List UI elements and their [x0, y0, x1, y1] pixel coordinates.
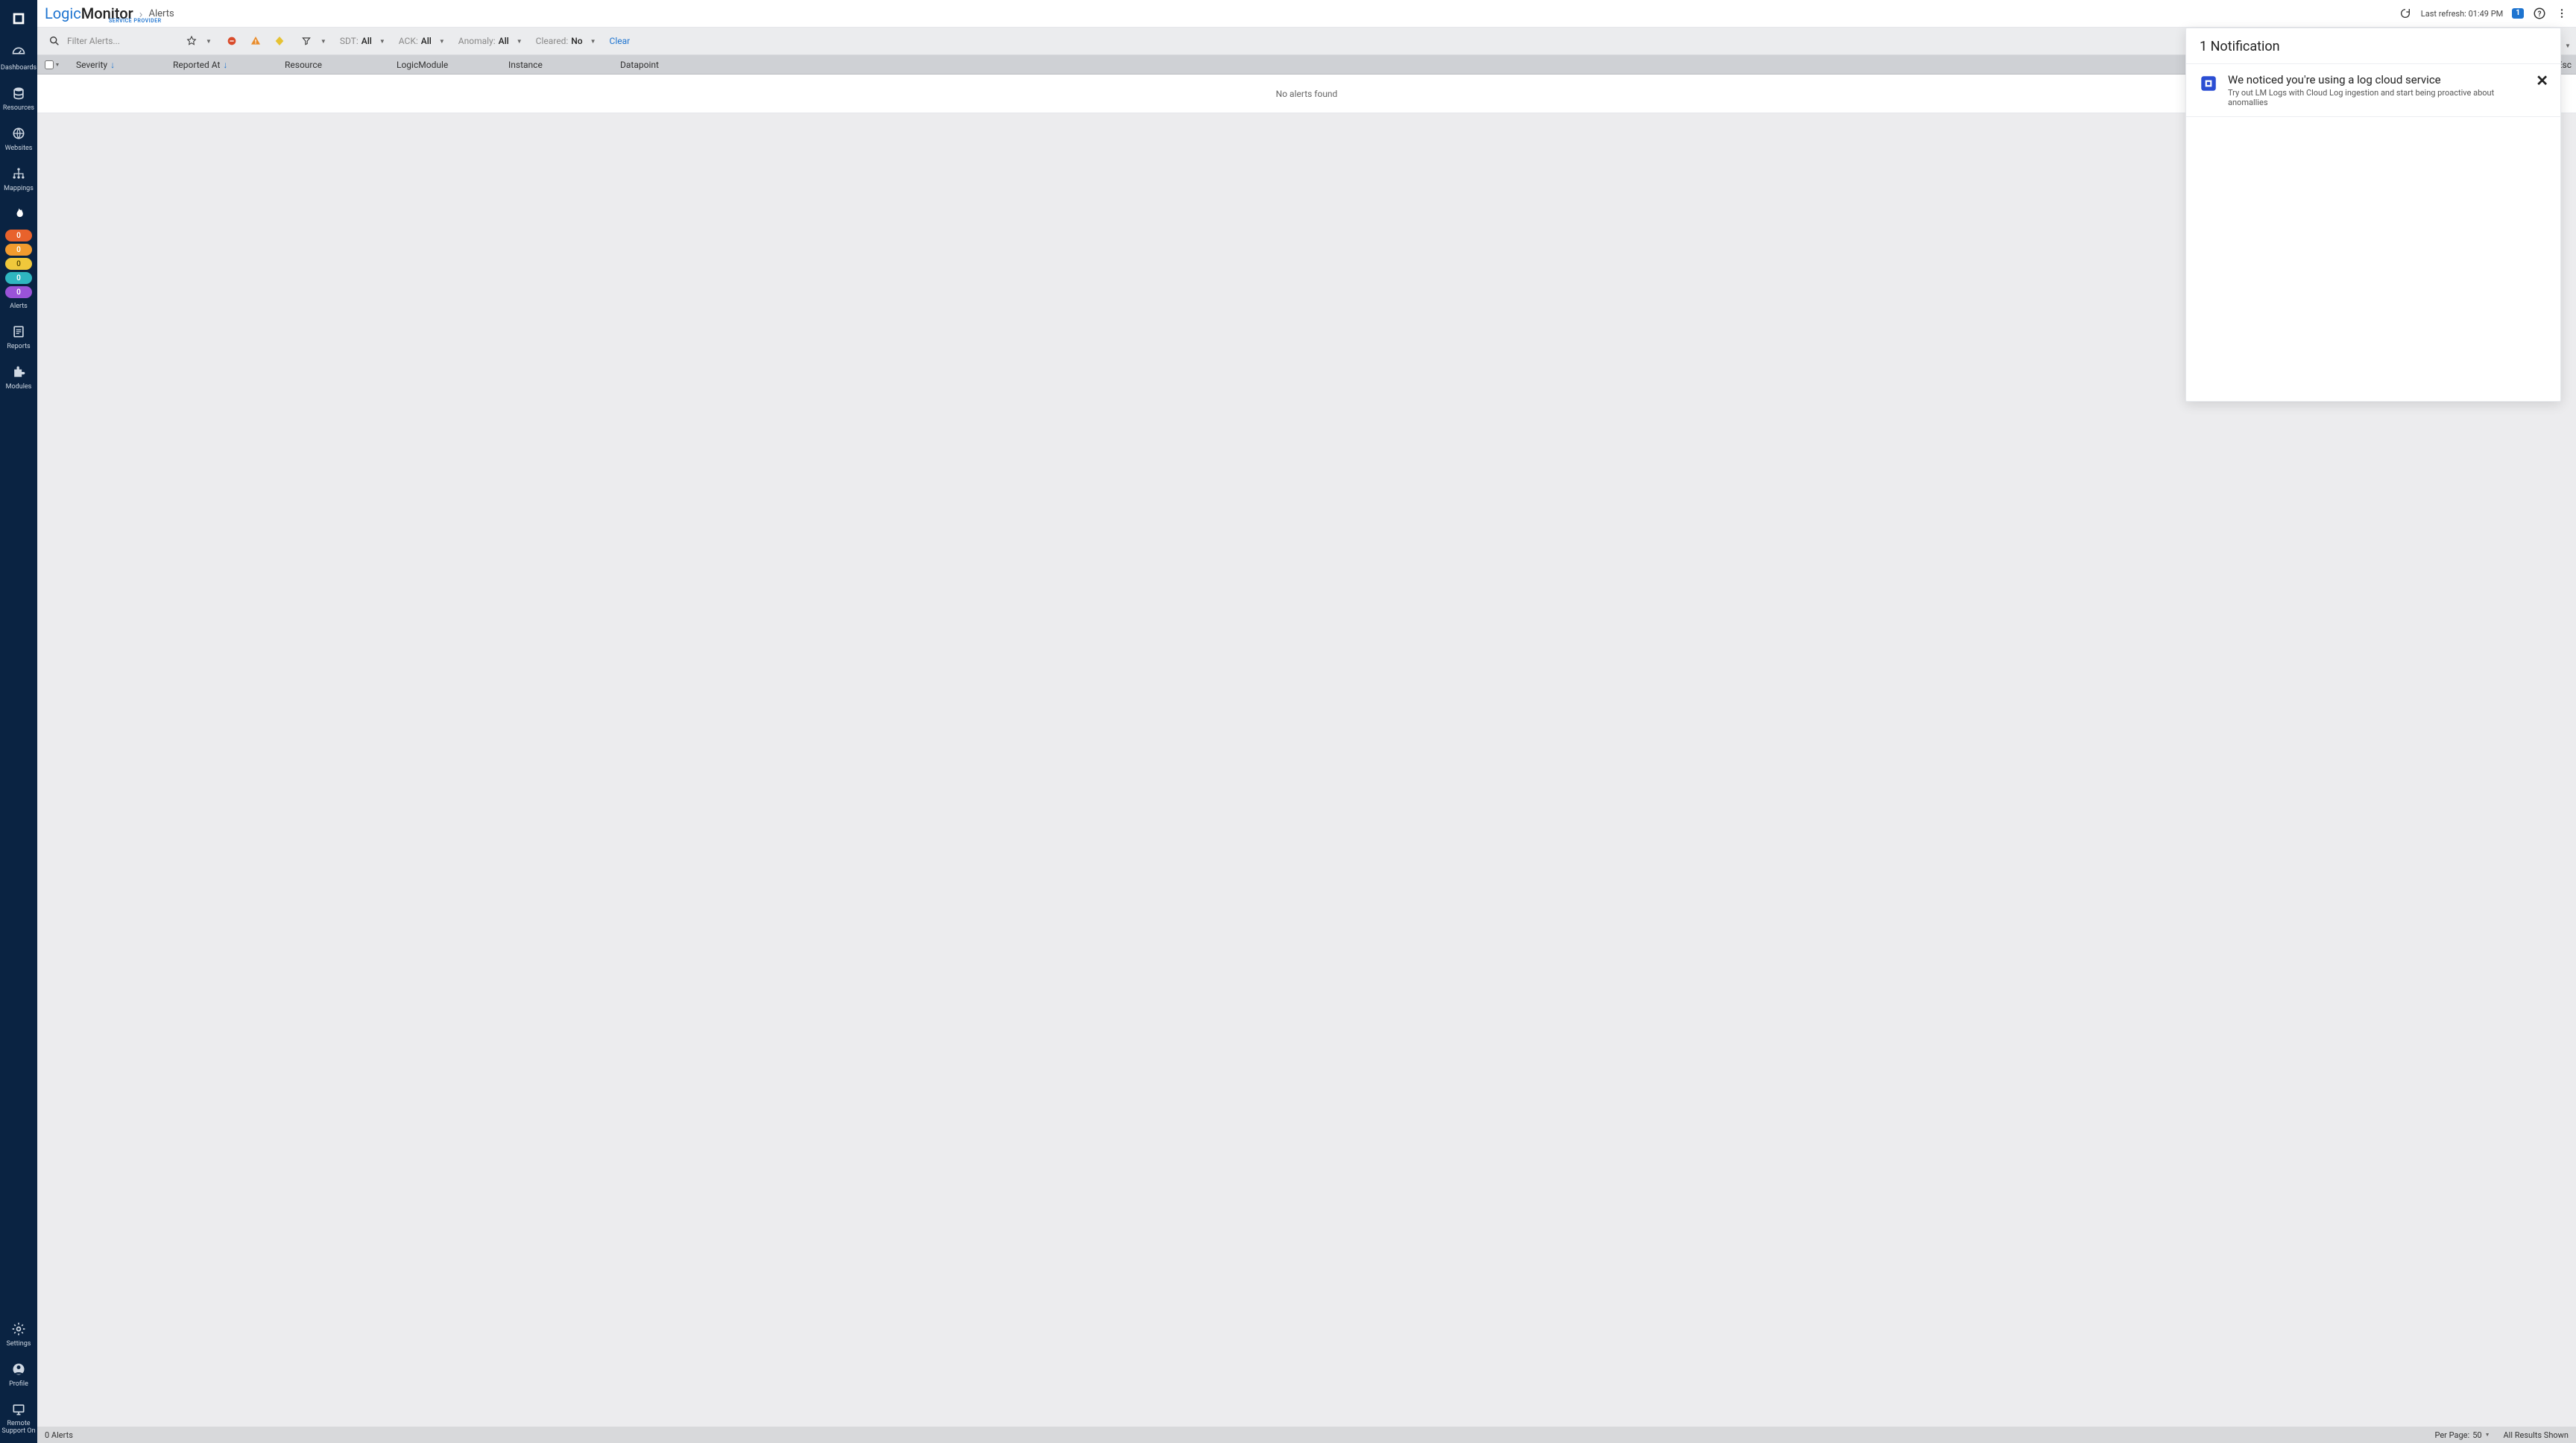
svg-text:?: ? [2538, 10, 2542, 19]
severity-badge-warning[interactable]: 0 [5, 258, 32, 270]
notification-subtitle: Try out LM Logs with Cloud Log ingestion… [2228, 88, 2527, 107]
brand-subtitle: SERVICE PROVIDER [109, 18, 162, 24]
filter-alerts-input[interactable] [67, 36, 171, 46]
sidebar-item-alerts[interactable] [0, 200, 37, 228]
sidebar: Dashboards Resources Websites Mappings 0… [0, 0, 37, 1443]
chevron-down-icon: ▼ [2485, 1432, 2490, 1438]
last-refresh-text: Last refresh: 01:49 PM [2421, 9, 2503, 19]
sidebar-item-label: Settings [7, 1340, 31, 1348]
sidebar-item-mappings[interactable]: Mappings [0, 160, 37, 200]
severity-badge-error[interactable]: 0 [5, 244, 32, 256]
severity-error-icon[interactable] [249, 34, 262, 48]
chevron-down-icon: ▼ [206, 38, 212, 45]
header: LogicMonitor SERVICE PROVIDER › Alerts L… [37, 0, 2576, 28]
sidebar-item-label: Modules [6, 383, 32, 391]
database-icon [10, 85, 27, 101]
filter-cleared[interactable]: Cleared: No ▼ [536, 36, 596, 46]
puzzle-icon [10, 364, 27, 380]
column-header-resource[interactable]: Resource [276, 60, 388, 70]
notification-badge[interactable]: 1 [2512, 8, 2524, 19]
sidebar-item-label: Resources [3, 104, 34, 112]
severity-badge-critical[interactable]: 0 [5, 230, 32, 241]
popover-title: 1 Notification [2186, 28, 2560, 63]
globe-icon [10, 125, 27, 142]
notification-title: We noticed you're using a log cloud serv… [2228, 73, 2527, 86]
sidebar-item-label: Profile [9, 1380, 28, 1388]
alerts-count: 0 Alerts [45, 1430, 73, 1440]
column-header-instance[interactable]: Instance [499, 60, 611, 70]
column-header-reported-at[interactable]: Reported At↓ [164, 60, 276, 70]
sort-desc-icon: ↓ [223, 60, 227, 70]
search-icon[interactable] [48, 34, 61, 48]
notifications-popover: 1 Notification We noticed you're using a… [2185, 28, 2561, 402]
more-menu-icon[interactable] [2555, 7, 2569, 20]
report-icon [10, 323, 27, 340]
severity-critical-icon[interactable] [225, 34, 239, 48]
chevron-down-icon: ▼ [590, 38, 596, 45]
fire-icon [10, 206, 27, 222]
filter-icon [300, 34, 313, 48]
favorites-dropdown[interactable]: ▼ [185, 34, 212, 48]
filter-ack[interactable]: ACK: All ▼ [399, 36, 445, 46]
sidebar-item-label: Dashboards [1, 64, 37, 72]
monitor-icon [10, 1401, 27, 1418]
gauge-icon [10, 45, 27, 61]
sidebar-item-label: Websites [5, 145, 33, 152]
results-summary: All Results Shown [2504, 1430, 2569, 1440]
sidebar-item-alerts-label: Alerts [0, 301, 37, 318]
chevron-down-icon[interactable]: ▼ [55, 62, 60, 68]
chevron-down-icon: ▼ [321, 38, 326, 45]
severity-badge-info[interactable]: 0 [5, 272, 32, 284]
column-header-logicmodule[interactable]: LogicModule [388, 60, 499, 70]
filter-funnel-dropdown[interactable]: ▼ [300, 34, 326, 48]
sidebar-item-remote-support[interactable]: Remote Support On [0, 1395, 37, 1443]
notification-item[interactable]: We noticed you're using a log cloud serv… [2186, 64, 2560, 116]
filter-sdt[interactable]: SDT: All ▼ [340, 36, 385, 46]
severity-badge-other[interactable]: 0 [5, 286, 32, 298]
refresh-icon[interactable] [2399, 7, 2412, 20]
collapse-panel-button[interactable]: ▼ [2564, 42, 2572, 49]
footer: 0 Alerts Per Page: 50 ▼ All Results Show… [37, 1427, 2576, 1443]
close-icon[interactable]: ✕ [2536, 73, 2548, 88]
star-icon [185, 34, 198, 48]
user-icon [10, 1361, 27, 1377]
sidebar-item-settings[interactable]: Settings [0, 1315, 37, 1355]
logo-icon[interactable] [0, 4, 37, 36]
column-header-severity[interactable]: Severity↓ [67, 60, 164, 70]
sidebar-item-websites[interactable]: Websites [0, 119, 37, 160]
alert-severity-badges: 0 0 0 0 0 [5, 230, 32, 298]
chevron-down-icon: ▼ [517, 38, 523, 45]
sidebar-item-label: Mappings [4, 185, 34, 192]
filter-anomaly[interactable]: Anomaly: All ▼ [458, 36, 523, 46]
sidebar-item-profile[interactable]: Profile [0, 1355, 37, 1395]
chevron-down-icon: ▼ [379, 38, 385, 45]
gear-icon [10, 1321, 27, 1337]
column-header-datapoint[interactable]: Datapoint [611, 60, 723, 70]
sidebar-item-label: Remote Support On [0, 1421, 37, 1436]
logicmonitor-icon [2198, 73, 2219, 94]
select-all-checkbox[interactable] [45, 60, 54, 69]
sidebar-item-modules[interactable]: Modules [0, 358, 37, 398]
sidebar-item-resources[interactable]: Resources [0, 79, 37, 119]
sidebar-item-label: Reports [7, 343, 30, 350]
sitemap-icon [10, 165, 27, 182]
severity-warning-icon[interactable] [273, 34, 286, 48]
sidebar-item-dashboards[interactable]: Dashboards [0, 39, 37, 79]
per-page-selector[interactable]: Per Page: 50 ▼ [2434, 1430, 2490, 1440]
sort-desc-icon: ↓ [110, 60, 115, 70]
chevron-down-icon: ▼ [439, 38, 445, 45]
help-icon[interactable]: ? [2533, 7, 2546, 20]
clear-filters-button[interactable]: Clear [610, 36, 631, 46]
sidebar-item-reports[interactable]: Reports [0, 318, 37, 358]
